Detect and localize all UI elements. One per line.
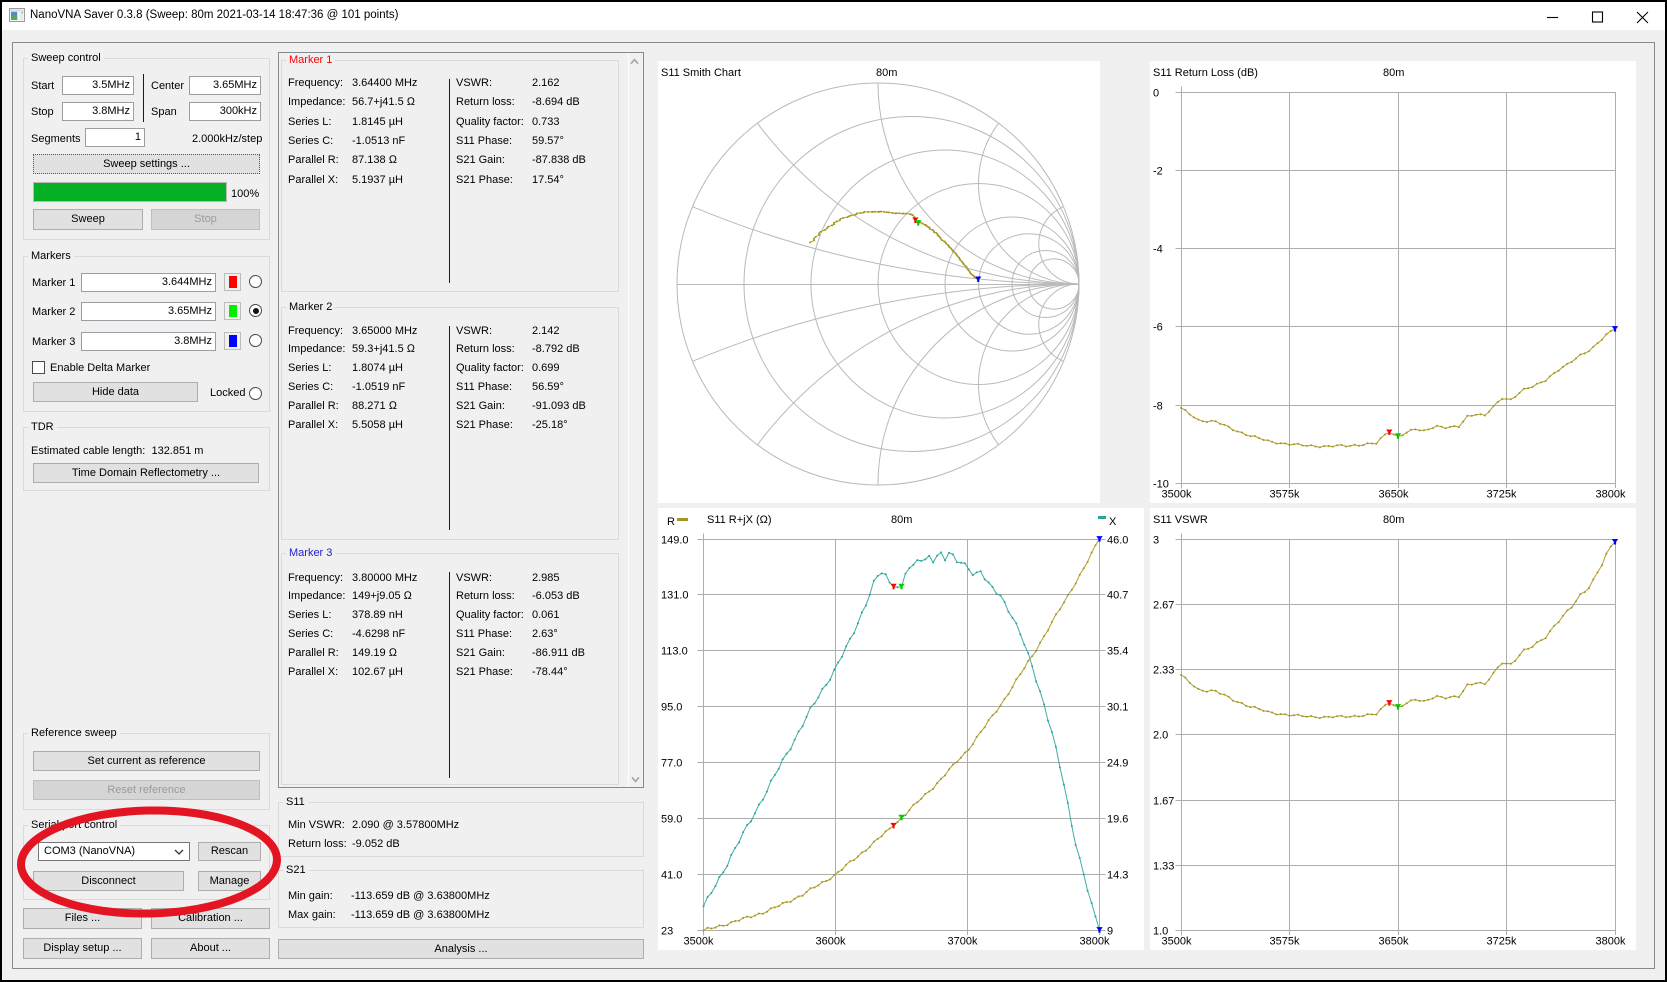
svg-text:3600k: 3600k <box>816 936 846 948</box>
svg-text:0: 0 <box>1153 88 1159 100</box>
svg-text:2.0: 2.0 <box>1153 730 1168 742</box>
svg-text:131.0: 131.0 <box>661 590 689 602</box>
svg-text:3575k: 3575k <box>1270 936 1300 948</box>
svg-text:46.0: 46.0 <box>1107 535 1128 547</box>
svg-text:14.3: 14.3 <box>1107 870 1128 882</box>
svg-text:-6: -6 <box>1153 322 1163 334</box>
svg-text:80m: 80m <box>876 67 897 79</box>
svg-text:24.9: 24.9 <box>1107 758 1128 770</box>
svg-text:40.7: 40.7 <box>1107 590 1128 602</box>
svg-text:3800k: 3800k <box>1596 936 1626 948</box>
svg-text:S11 Return Loss (dB): S11 Return Loss (dB) <box>1153 67 1258 79</box>
svg-text:35.4: 35.4 <box>1107 646 1128 658</box>
svg-text:23: 23 <box>661 926 673 938</box>
svg-text:1.67: 1.67 <box>1153 796 1174 808</box>
svg-text:-8: -8 <box>1153 401 1163 413</box>
svg-text:3800k: 3800k <box>1596 489 1626 501</box>
svg-text:149.0: 149.0 <box>661 535 689 547</box>
svg-text:3575k: 3575k <box>1270 489 1300 501</box>
svg-text:2.67: 2.67 <box>1153 600 1174 612</box>
svg-text:3650k: 3650k <box>1379 489 1409 501</box>
svg-text:3650k: 3650k <box>1379 936 1409 948</box>
svg-text:80m: 80m <box>1383 514 1404 526</box>
svg-text:-2: -2 <box>1153 166 1163 178</box>
svg-text:80m: 80m <box>891 514 912 526</box>
svg-text:2.33: 2.33 <box>1153 665 1174 677</box>
svg-text:S11 Smith Chart: S11 Smith Chart <box>661 67 741 79</box>
svg-text:-4: -4 <box>1153 244 1163 256</box>
svg-text:3500k: 3500k <box>1162 936 1192 948</box>
svg-text:3500k: 3500k <box>1162 489 1192 501</box>
svg-text:19.6: 19.6 <box>1107 814 1128 826</box>
svg-text:R: R <box>667 516 675 528</box>
svg-text:77.0: 77.0 <box>661 758 682 770</box>
svg-text:S11 VSWR: S11 VSWR <box>1153 514 1208 526</box>
svg-text:41.0: 41.0 <box>661 870 682 882</box>
svg-text:1.33: 1.33 <box>1153 861 1174 873</box>
svg-text:95.0: 95.0 <box>661 702 682 714</box>
svg-text:3725k: 3725k <box>1487 489 1517 501</box>
svg-text:X: X <box>1109 516 1117 528</box>
svg-text:30.1: 30.1 <box>1107 702 1128 714</box>
svg-text:80m: 80m <box>1383 67 1404 79</box>
svg-text:3725k: 3725k <box>1487 936 1517 948</box>
svg-text:3500k: 3500k <box>684 936 714 948</box>
svg-text:113.0: 113.0 <box>661 646 688 658</box>
svg-text:3700k: 3700k <box>948 936 978 948</box>
svg-text:59.0: 59.0 <box>661 814 682 826</box>
svg-text:3: 3 <box>1153 535 1159 547</box>
svg-text:3800k: 3800k <box>1080 936 1110 948</box>
svg-text:S11 R+jX (Ω): S11 R+jX (Ω) <box>707 514 772 526</box>
